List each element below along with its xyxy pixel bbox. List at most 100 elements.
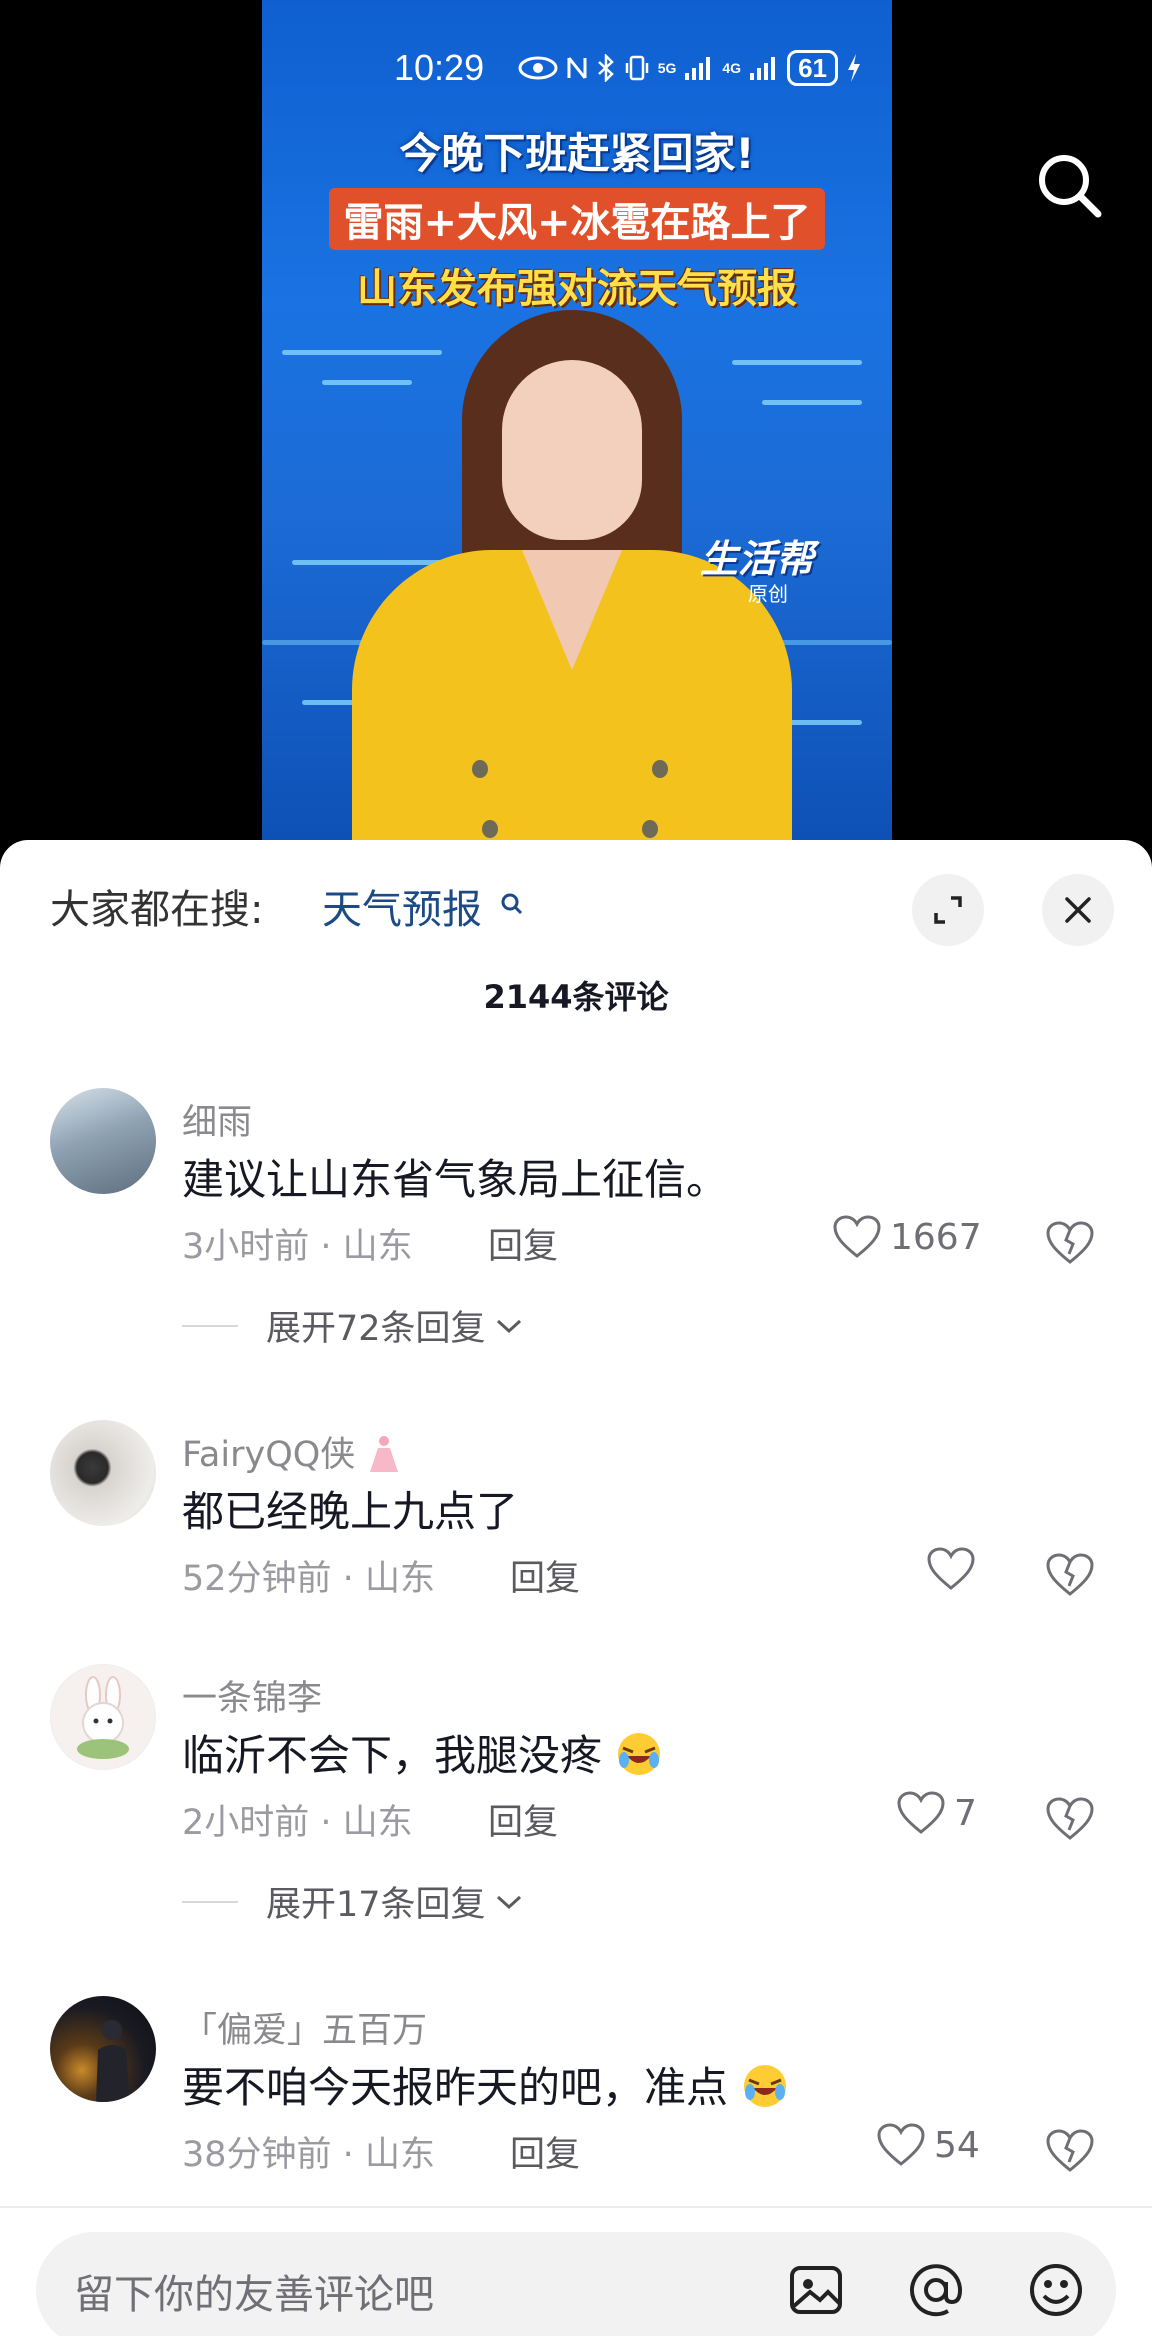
meta-separator: · [309, 1803, 343, 1843]
chevron-down-icon [496, 1319, 521, 1333]
comment-time: 3小时前 [182, 1227, 310, 1267]
comment-username[interactable]: 「偏爱」五百万 [182, 2002, 427, 2053]
headline-1-text: 今晚下班赶紧回家! [399, 129, 755, 178]
comment-content: 临沂不会下，我腿没疼 [182, 1722, 663, 1783]
expand-replies-label: 展开72条回复 [266, 1309, 486, 1349]
eye-icon [518, 56, 558, 80]
expand-replies[interactable]: 展开72条回复 [182, 1300, 524, 1351]
like-button[interactable]: 1667 [832, 1214, 982, 1260]
comment-sheet: 大家都在搜: 天气预报 2144条评论 细雨 建议让山东省气象局上征信。 3小时… [0, 840, 1152, 2336]
video-headline-2: 雷雨+大风+冰雹在路上了 [262, 188, 892, 250]
expand-icon [934, 896, 962, 924]
comment-content: 建议让山东省气象局上征信。 [182, 1155, 729, 1204]
comment-count: 2144条评论 [483, 978, 669, 1016]
laughing-crying-emoji-icon [618, 1733, 661, 1775]
expand-replies[interactable]: 展开17条回复 [182, 1876, 524, 1927]
laughing-crying-emoji-icon [744, 2065, 787, 2107]
anchor-face [502, 360, 642, 540]
jacket-button [482, 820, 498, 838]
broken-heart-icon[interactable] [1042, 1546, 1098, 1602]
like-button[interactable]: 54 [876, 2122, 980, 2168]
like-count: 7 [954, 1792, 977, 1834]
like-button[interactable] [926, 1546, 984, 1592]
battery-indicator: 61 [787, 50, 838, 86]
meta-separator: · [331, 1559, 365, 1599]
dress-emoji-icon [370, 1436, 399, 1472]
comment-meta: 52分钟前 · 山东 [182, 1550, 435, 1601]
bluetooth-icon [597, 54, 614, 82]
emoji-icon[interactable] [1026, 2260, 1086, 2320]
video-player[interactable]: 10:29 5G 4G 61 今晚下班赶紧回家! 雷雨+大风+冰雹在路上了 山东… [0, 0, 1152, 870]
video-headline-1: 今晚下班赶紧回家! [262, 118, 892, 183]
comment-meta: 38分钟前 · 山东 [182, 2126, 435, 2177]
close-icon [1065, 897, 1091, 923]
status-time: 10:29 [394, 47, 485, 88]
comment-content: 要不咱今天报昨天的吧，准点 [182, 2054, 789, 2115]
heart-icon [833, 1215, 881, 1258]
meta-separator: · [331, 2135, 365, 2175]
expand-replies-label: 展开17条回复 [266, 1885, 486, 1925]
person-silhouette-icon [96, 2020, 130, 2102]
comment-meta: 2小时前 · 山东 [182, 1794, 413, 1845]
avatar[interactable] [50, 1664, 156, 1770]
broken-heart-icon[interactable] [1042, 1790, 1098, 1846]
like-count: 1667 [890, 1216, 982, 1258]
comment-input-placeholder: 留下你的友善评论吧 [74, 2272, 434, 2318]
content-text: 要不咱今天报昨天的吧，准点 [182, 2063, 729, 2112]
comment-location: 山东 [364, 1559, 435, 1599]
reply-button[interactable]: 回复 [488, 1794, 558, 1845]
comment-username[interactable]: 一条锦李 [182, 1670, 322, 1721]
jacket-button [472, 760, 488, 778]
like-button[interactable]: 7 [896, 1790, 977, 1836]
expand-button[interactable] [912, 874, 984, 946]
sheet-header: 大家都在搜: 天气预报 [50, 874, 1114, 946]
signal-icon-2 [750, 57, 776, 80]
divider-line [182, 1900, 238, 1903]
avatar[interactable] [50, 1088, 156, 1194]
meta-separator: · [309, 1227, 343, 1267]
reply-button[interactable]: 回复 [488, 1218, 558, 1269]
chevron-down-icon [496, 1895, 521, 1909]
jacket-button [642, 820, 658, 838]
comment-location: 山东 [364, 2135, 435, 2175]
avatar[interactable] [50, 1996, 156, 2102]
comment-content: 都已经晚上九点了 [182, 1487, 519, 1536]
input-divider [0, 2206, 1152, 2208]
comment-time: 38分钟前 [182, 2135, 332, 2175]
comment-time: 52分钟前 [182, 1559, 332, 1599]
jacket-button [652, 760, 668, 778]
charging-icon [848, 54, 860, 82]
close-button[interactable] [1042, 874, 1114, 946]
network-label: 5G [657, 60, 677, 76]
network-label-2: 4G [722, 60, 742, 76]
image-icon[interactable] [786, 2260, 846, 2320]
status-bar: 10:29 5G 4G 61 [262, 40, 892, 96]
rabbit-avatar-icon [77, 1676, 129, 1759]
reply-button[interactable]: 回复 [510, 1550, 580, 1601]
comment-location: 山东 [342, 1803, 413, 1843]
username-text: FairyQQ侠 [182, 1435, 356, 1475]
broken-heart-icon[interactable] [1042, 1214, 1098, 1270]
broken-heart-icon[interactable] [1042, 2122, 1098, 2178]
headline-2-text: 雷雨+大风+冰雹在路上了 [329, 188, 825, 250]
search-button[interactable] [1034, 150, 1104, 220]
trending-search-label: 大家都在搜: [50, 887, 264, 933]
channel-logo-sub: 原创 [748, 582, 788, 606]
comment-input[interactable]: 留下你的友善评论吧 [36, 2232, 1116, 2336]
heart-icon [927, 1547, 975, 1590]
channel-logo: 生活帮 [700, 537, 815, 581]
reply-button[interactable]: 回复 [510, 2126, 580, 2177]
signal-icon [685, 57, 711, 80]
nfc-icon [567, 57, 587, 79]
vibrate-icon [625, 55, 648, 81]
like-count: 54 [934, 2124, 980, 2166]
comment-username[interactable]: FairyQQ侠 [182, 1426, 402, 1477]
comment-username[interactable]: 细雨 [182, 1094, 252, 1145]
mention-icon[interactable] [906, 2260, 966, 2320]
content-text: 临沂不会下，我腿没疼 [182, 1731, 603, 1780]
heart-icon [877, 2123, 925, 2166]
comment-location: 山东 [342, 1227, 413, 1267]
heart-icon [897, 1791, 945, 1834]
avatar[interactable] [50, 1420, 156, 1526]
trending-search-link[interactable]: 天气预报 [322, 880, 482, 940]
